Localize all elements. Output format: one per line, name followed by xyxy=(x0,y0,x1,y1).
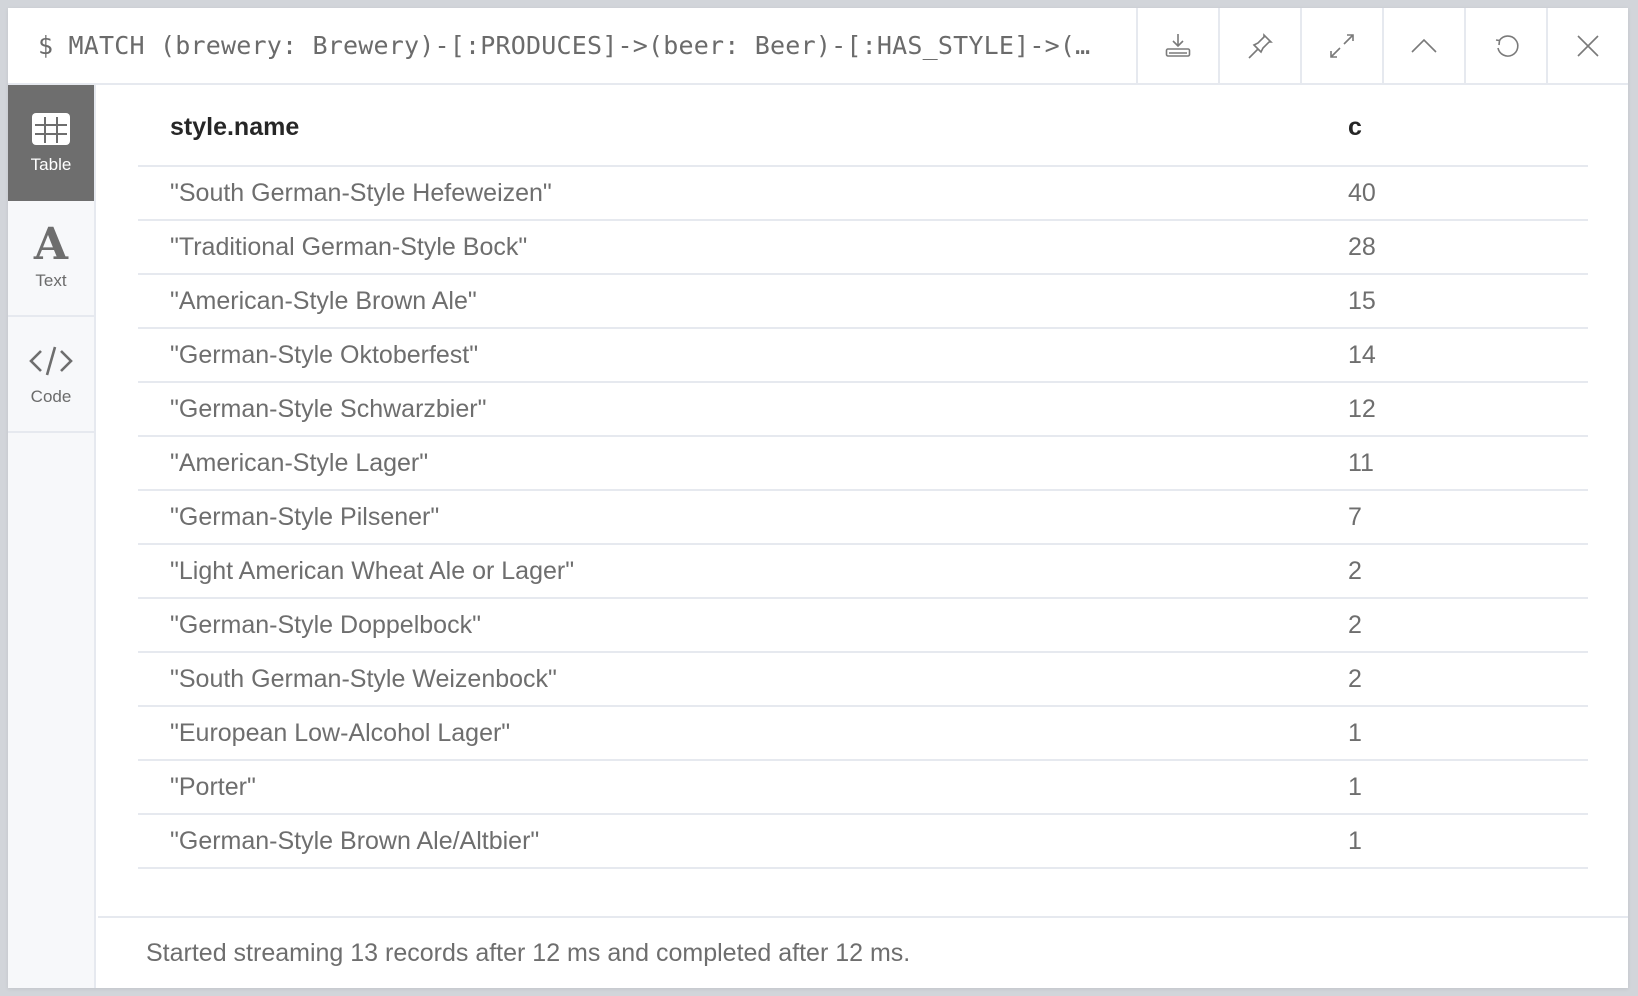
download-icon xyxy=(1165,33,1191,57)
table-icon xyxy=(31,109,71,149)
table-header-row: style.name c xyxy=(138,85,1588,167)
table-row: "German-Style Schwarzbier" 12 xyxy=(138,382,1588,437)
frame-header: $ MATCH (brewery: Brewery)-[:PRODUCES]->… xyxy=(8,8,1628,85)
pin-icon xyxy=(1248,32,1273,59)
cell-style-name: "Porter" xyxy=(138,760,1348,815)
fullscreen-button[interactable] xyxy=(1300,8,1382,83)
cell-count: 2 xyxy=(1348,544,1588,599)
cell-count: 2 xyxy=(1348,598,1588,653)
result-frame: $ MATCH (brewery: Brewery)-[:PRODUCES]->… xyxy=(8,8,1628,988)
table-row: "German-Style Oktoberfest" 14 xyxy=(138,328,1588,383)
table-row: "South German-Style Hefeweizen" 40 xyxy=(138,166,1588,221)
table-row: "Porter" 1 xyxy=(138,760,1588,815)
table-row: "Traditional German-Style Bock" 28 xyxy=(138,220,1588,275)
cell-count: 15 xyxy=(1348,274,1588,329)
rerun-button[interactable] xyxy=(1464,8,1546,83)
table-row: "German-Style Brown Ale/Altbier" 1 xyxy=(138,814,1588,869)
cell-style-name: "American-Style Lager" xyxy=(138,436,1348,491)
sidebar-item-table[interactable]: Table xyxy=(8,85,94,201)
cell-count: 11 xyxy=(1348,436,1588,491)
cell-style-name: "German-Style Doppelbock" xyxy=(138,598,1348,653)
query-label: $ MATCH (brewery: Brewery)-[:PRODUCES]->… xyxy=(38,31,1091,60)
column-header-style-name: style.name xyxy=(138,85,1348,167)
cell-style-name: "German-Style Oktoberfest" xyxy=(138,328,1348,383)
status-text: Started streaming 13 records after 12 ms… xyxy=(146,938,911,967)
table-row: "South German-Style Weizenbock" 2 xyxy=(138,652,1588,707)
sidebar-item-label: Table xyxy=(30,155,72,174)
cell-count: 7 xyxy=(1348,490,1588,545)
sidebar-item-text[interactable]: A Text xyxy=(8,201,94,317)
text-icon: A xyxy=(33,219,69,270)
close-icon xyxy=(1577,34,1599,57)
view-sidebar: Table A Text Code xyxy=(8,85,96,988)
download-button[interactable] xyxy=(1136,8,1218,83)
expand-icon xyxy=(1330,33,1354,58)
cell-count: 14 xyxy=(1348,328,1588,383)
sidebar-item-code[interactable]: Code xyxy=(8,317,94,433)
cell-style-name: "German-Style Brown Ale/Altbier" xyxy=(138,814,1348,869)
result-content: style.name c "South German-Style Hefewei… xyxy=(98,85,1628,988)
cell-count: 1 xyxy=(1348,706,1588,761)
code-icon xyxy=(29,341,73,381)
query-text[interactable]: $ MATCH (brewery: Brewery)-[:PRODUCES]->… xyxy=(8,8,1136,83)
cell-count: 2 xyxy=(1348,652,1588,707)
status-bar: Started streaming 13 records after 12 ms… xyxy=(98,916,1628,988)
column-header-c: c xyxy=(1348,85,1588,167)
cell-style-name: "German-Style Schwarzbier" xyxy=(138,382,1348,437)
table-row: "American-Style Brown Ale" 15 xyxy=(138,274,1588,329)
sidebar-item-label: Text xyxy=(35,271,67,290)
results-table: style.name c "South German-Style Hefewei… xyxy=(138,85,1588,869)
refresh-icon xyxy=(1495,34,1519,57)
pin-button[interactable] xyxy=(1218,8,1300,83)
cell-count: 28 xyxy=(1348,220,1588,275)
cell-style-name: "South German-Style Weizenbock" xyxy=(138,652,1348,707)
cell-style-name: "Traditional German-Style Bock" xyxy=(138,220,1348,275)
collapse-button[interactable] xyxy=(1382,8,1464,83)
table-row: "European Low-Alcohol Lager" 1 xyxy=(138,706,1588,761)
cell-count: 12 xyxy=(1348,382,1588,437)
table-row: "German-Style Pilsener" 7 xyxy=(138,490,1588,545)
close-button[interactable] xyxy=(1546,8,1628,83)
cell-style-name: "European Low-Alcohol Lager" xyxy=(138,706,1348,761)
cell-style-name: "German-Style Pilsener" xyxy=(138,490,1348,545)
cell-style-name: "American-Style Brown Ale" xyxy=(138,274,1348,329)
cell-count: 1 xyxy=(1348,814,1588,869)
cell-count: 1 xyxy=(1348,760,1588,815)
table-row: "German-Style Doppelbock" 2 xyxy=(138,598,1588,653)
cell-style-name: "South German-Style Hefeweizen" xyxy=(138,166,1348,221)
table-row: "Light American Wheat Ale or Lager" 2 xyxy=(138,544,1588,599)
cell-style-name: "Light American Wheat Ale or Lager" xyxy=(138,544,1348,599)
cell-count: 40 xyxy=(1348,166,1588,221)
chevron-up-icon xyxy=(1411,38,1437,53)
sidebar-item-label: Code xyxy=(30,387,72,406)
table-row: "American-Style Lager" 11 xyxy=(138,436,1588,491)
